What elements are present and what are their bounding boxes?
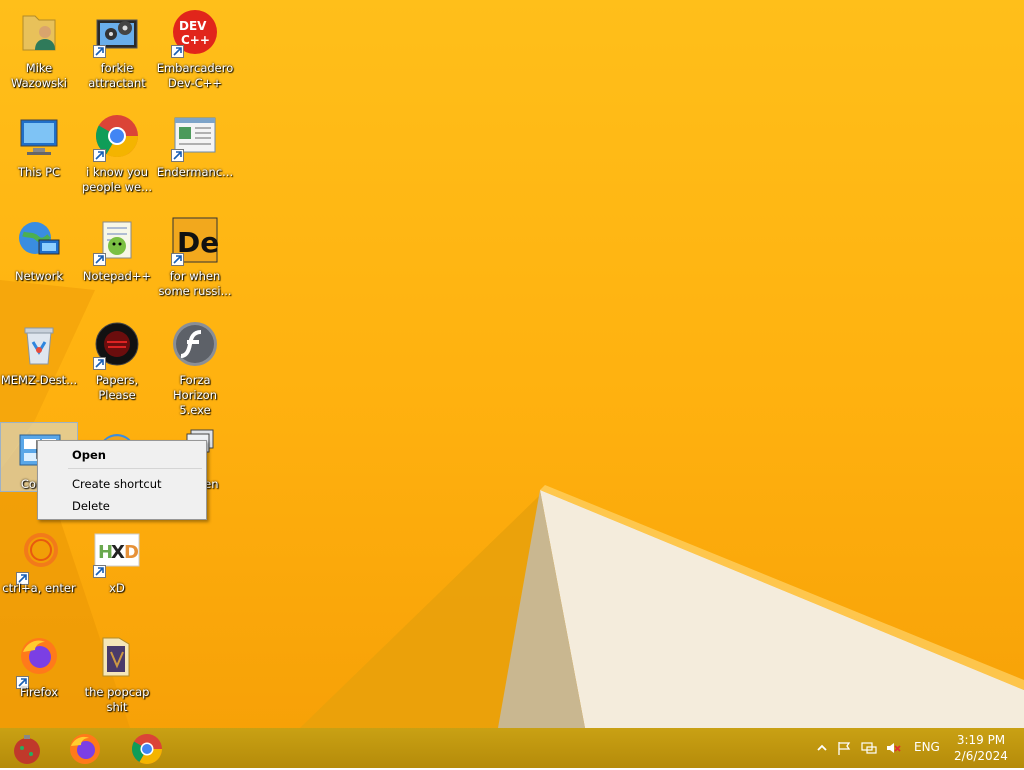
icon-label: i know you people we... bbox=[81, 165, 153, 194]
svg-text:D: D bbox=[124, 542, 139, 563]
shortcut-arrow-icon bbox=[93, 45, 106, 58]
shortcut-arrow-icon bbox=[93, 253, 106, 266]
desktop-icon-devcpp[interactable]: DEV C++ Embarcadero Dev-C++ bbox=[156, 3, 234, 103]
firefox-icon bbox=[70, 734, 100, 764]
context-menu-open[interactable]: Open bbox=[40, 445, 204, 465]
desktop-icon-for-when-some-russi[interactable]: De for when some russi... bbox=[156, 211, 234, 311]
shortcut-arrow-icon bbox=[171, 253, 184, 266]
desktop-icon-firefox[interactable]: Firefox bbox=[0, 627, 78, 727]
action-center-flag-icon[interactable] bbox=[836, 740, 852, 756]
network-icon[interactable] bbox=[861, 740, 877, 756]
clock-date: 2/6/2024 bbox=[954, 749, 1008, 763]
desktop-icon-papers-please[interactable]: Papers, Please bbox=[78, 315, 156, 415]
icon-label: Notepad++ bbox=[82, 269, 152, 283]
desktop-icon-endermanch[interactable]: Endermanc... bbox=[156, 107, 234, 207]
icon-label: Mike Wazowski bbox=[10, 61, 67, 90]
menu-separator bbox=[68, 468, 202, 469]
taskbar: ENG 3:19 PM 2/6/2024 bbox=[0, 728, 1024, 768]
icon-label: This PC bbox=[17, 165, 61, 179]
icon-label: Forza Horizon 5.exe bbox=[173, 373, 217, 417]
svg-text:DEV: DEV bbox=[179, 19, 207, 33]
volume-muted-icon[interactable] bbox=[885, 740, 901, 756]
desktop-icon-xd[interactable]: H X D xD bbox=[78, 523, 156, 623]
desktop-icon-forkie-attractant[interactable]: forkie attractant bbox=[78, 3, 156, 103]
network-icon bbox=[19, 222, 60, 255]
context-menu: Open Create shortcut Delete bbox=[37, 440, 207, 520]
desktop-icon-notepadpp[interactable]: Notepad++ bbox=[78, 211, 156, 311]
desktop-icon-popcap[interactable]: the popcap shit bbox=[78, 627, 156, 727]
folder-icon bbox=[102, 637, 130, 677]
taskbar-firefox[interactable] bbox=[58, 730, 112, 766]
clock-time: 3:19 PM bbox=[956, 733, 1006, 747]
icon-label: Firefox bbox=[19, 685, 59, 699]
orange-ring-icon bbox=[24, 533, 58, 567]
shortcut-arrow-icon bbox=[171, 45, 184, 58]
recycle-bin-icon bbox=[24, 327, 54, 365]
icon-label: Papers, Please bbox=[95, 373, 139, 402]
shortcut-arrow-icon bbox=[93, 565, 106, 578]
shortcut-arrow-icon bbox=[93, 149, 106, 162]
icon-label: MEMZ-Dest... bbox=[0, 373, 78, 387]
desktop-icon-network[interactable]: Network bbox=[0, 211, 78, 311]
language-indicator[interactable]: ENG bbox=[914, 740, 940, 754]
icon-label: for when some russi... bbox=[158, 269, 232, 298]
taskbar-ornament-app[interactable] bbox=[0, 730, 54, 766]
firefox-icon bbox=[21, 638, 57, 674]
icon-label: Network bbox=[14, 269, 64, 283]
chrome-icon bbox=[131, 734, 162, 765]
desktop-icon-this-pc[interactable]: This PC bbox=[0, 107, 78, 207]
this-pc-icon bbox=[20, 119, 58, 155]
icon-label: xD bbox=[109, 581, 125, 595]
desktop-icon-forza[interactable]: Forza Horizon 5.exe bbox=[156, 315, 234, 417]
desktop-icon-ctrl-a-enter[interactable]: ctrl+a, enter bbox=[0, 523, 78, 623]
icon-label: ctrl+a, enter bbox=[2, 581, 76, 595]
context-menu-delete[interactable]: Delete bbox=[40, 496, 204, 516]
desktop-icon-chrome-shortcut[interactable]: i know you people we... bbox=[78, 107, 156, 207]
flash-icon bbox=[173, 322, 217, 366]
svg-text:C++: C++ bbox=[181, 33, 210, 47]
desktop-icon-memz[interactable]: MEMZ-Dest... bbox=[0, 315, 78, 415]
shortcut-arrow-icon bbox=[171, 149, 184, 162]
clock[interactable]: 3:19 PM 2/6/2024 bbox=[950, 732, 1012, 764]
desktop[interactable]: Mike Wazowski This PC Network MEMZ-Dest.… bbox=[0, 0, 1024, 728]
desktop-icon-mike-wazowski[interactable]: Mike Wazowski bbox=[0, 3, 78, 103]
icon-label: forkie attractant bbox=[88, 61, 146, 90]
taskbar-chrome[interactable] bbox=[120, 730, 174, 766]
show-hidden-icons-chevron[interactable] bbox=[814, 740, 830, 756]
ornament-app-icon bbox=[14, 735, 40, 764]
context-menu-create-shortcut[interactable]: Create shortcut bbox=[40, 474, 204, 494]
shortcut-arrow-icon bbox=[93, 357, 106, 370]
svg-text:X: X bbox=[111, 542, 125, 563]
icon-label: the popcap shit bbox=[84, 685, 150, 714]
icon-label: Endermanc... bbox=[156, 165, 234, 179]
icon-label: Embarcadero Dev-C++ bbox=[156, 61, 234, 90]
user-folder-icon bbox=[22, 15, 56, 51]
